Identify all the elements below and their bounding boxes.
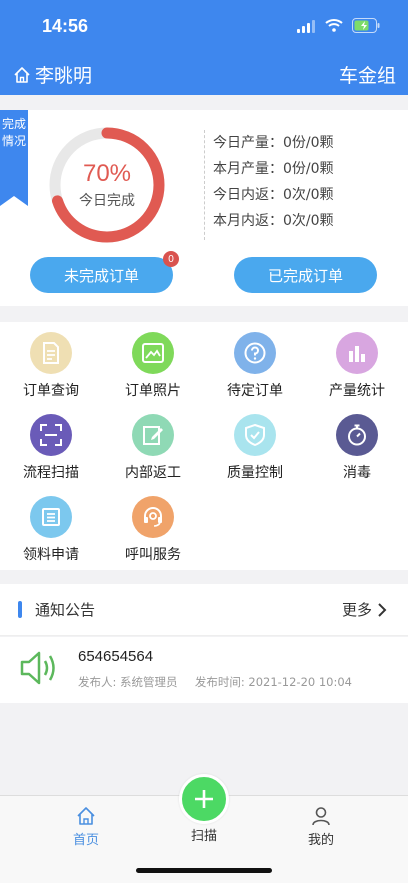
wifi-icon (325, 19, 343, 32)
menu-item-pending-orders[interactable]: 待定订单 (204, 322, 306, 404)
user-home-link[interactable]: 李晀明 (12, 61, 92, 88)
menu-item-production-stats[interactable]: 产量统计 (306, 322, 408, 404)
stat-row: 今日内返：0次/0颗 (213, 182, 334, 208)
notice-more-link[interactable]: 更多 (342, 599, 388, 620)
status-bar: 14:56 (0, 0, 408, 50)
stat-label: 本月内返： (213, 213, 283, 229)
menu-label: 订单查询 (23, 383, 79, 399)
notice-accent-bar (18, 601, 22, 618)
notice-time: 发布时间: 2021-12-20 10:04 (194, 675, 353, 689)
group-name[interactable]: 车金组 (339, 61, 396, 88)
menu-item-material-request[interactable]: 领料申请 (0, 486, 102, 568)
menu-item-order-photos[interactable]: 订单照片 (102, 322, 204, 404)
home-outline-icon (14, 66, 30, 83)
menu-label: 内部返工 (125, 465, 181, 481)
shield-check-icon (234, 414, 276, 456)
incomplete-count-badge: 0 (163, 251, 179, 267)
form-icon (30, 496, 72, 538)
tab-mine-label: 我的 (307, 833, 334, 848)
plus-icon (195, 790, 213, 808)
speaker-icon (20, 651, 55, 685)
completion-percent: 70% (82, 160, 132, 187)
status-time: 14:56 (42, 16, 89, 36)
more-label: 更多 (341, 601, 372, 619)
stat-row: 本月产量：0份/0颗 (213, 156, 334, 182)
completion-label: 今日完成 (79, 193, 135, 209)
cellular-signal-icon (297, 20, 315, 33)
headset-icon (132, 496, 174, 538)
menu-label: 订单照片 (125, 383, 181, 399)
menu-item-process-scan[interactable]: 流程扫描 (0, 404, 102, 486)
home-indicator (136, 868, 272, 873)
tab-home[interactable]: 首页 (56, 806, 116, 848)
app-header: 14:56 李晀明 车金组 (0, 0, 408, 95)
stat-value: 0次/0颗 (283, 187, 334, 203)
document-icon (30, 332, 72, 374)
menu-item-call-service[interactable]: 呼叫服务 (102, 486, 204, 568)
person-icon (312, 807, 330, 826)
user-name: 李晀明 (35, 65, 93, 87)
stat-label: 今日内返： (213, 187, 283, 203)
scan-icon (30, 414, 72, 456)
bar-chart-icon (336, 332, 378, 374)
tab-scan-label: 扫描 (190, 829, 217, 844)
menu-item-disinfection[interactable]: 消毒 (306, 404, 408, 486)
function-menu-grid: 订单查询 订单照片 待定订单 产量统计 流程扫描 内部返工 质量控制 消毒 领料… (0, 322, 408, 570)
edit-icon (132, 414, 174, 456)
menu-item-quality-control[interactable]: 质量控制 (204, 404, 306, 486)
production-stats: 今日产量：0份/0颗 本月产量：0份/0颗 今日内返：0次/0颗 本月内返：0次… (204, 130, 334, 240)
photo-icon (132, 332, 174, 374)
menu-label: 产量统计 (329, 383, 385, 399)
notice-publisher: 发布人: 系统管理员 (78, 675, 178, 689)
stat-label: 本月产量： (213, 161, 283, 177)
incomplete-orders-button[interactable]: 未完成订单 (30, 257, 173, 293)
stat-value: 0份/0颗 (283, 161, 334, 177)
question-icon (234, 332, 276, 374)
notice-header: 通知公告 更多 (0, 584, 408, 636)
battery-icon (352, 18, 380, 33)
stat-value: 0次/0颗 (283, 213, 334, 229)
completion-ring-text: 70% 今日完成 (48, 126, 166, 244)
notice-meta: 发布人: 系统管理员 发布时间: 2021-12-20 10:04 (78, 674, 352, 690)
stat-row: 今日产量：0份/0颗 (213, 130, 334, 156)
stat-label: 今日产量： (213, 135, 283, 151)
menu-label: 待定订单 (227, 383, 283, 399)
completion-ribbon: 完成情况 (0, 110, 28, 206)
notice-title: 通知公告 (35, 601, 96, 619)
stat-value: 0份/0颗 (283, 135, 334, 151)
completion-summary-card: 完成情况 70% 今日完成 今日产量：0份/0颗 本月产量：0份/0颗 今日内返… (0, 110, 408, 306)
list-item[interactable]: 654654564 发布人: 系统管理员 发布时间: 2021-12-20 10… (0, 637, 408, 703)
chevron-right-icon (378, 602, 387, 617)
stopwatch-icon (336, 414, 378, 456)
menu-label: 消毒 (343, 465, 371, 481)
tab-home-label: 首页 (72, 833, 99, 848)
stat-row: 本月内返：0次/0颗 (213, 208, 334, 234)
menu-label: 质量控制 (227, 465, 283, 481)
scan-button[interactable] (179, 774, 229, 824)
menu-label: 流程扫描 (23, 465, 79, 481)
tab-mine[interactable]: 我的 (291, 806, 351, 848)
menu-label: 领料申请 (23, 547, 79, 563)
menu-item-internal-rework[interactable]: 内部返工 (102, 404, 204, 486)
home-icon (77, 807, 95, 825)
menu-label: 呼叫服务 (125, 547, 181, 563)
notice-message: 654654564 (78, 648, 154, 665)
completed-orders-button[interactable]: 已完成订单 (234, 257, 377, 293)
menu-item-order-query[interactable]: 订单查询 (0, 322, 102, 404)
